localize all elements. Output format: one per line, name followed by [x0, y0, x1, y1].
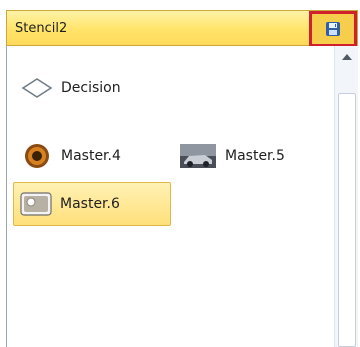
- stencil-item-master-4[interactable]: Master.4: [21, 142, 121, 170]
- scroll-up-arrow-icon[interactable]: [342, 54, 352, 60]
- stencil-item-label: Master.5: [225, 148, 285, 164]
- stencil-panel: Decision Master.4 Master.5 Master.6: [6, 46, 358, 347]
- diamond-shape-icon: [21, 74, 53, 102]
- stencil-title-bar: Stencil2: [6, 10, 358, 47]
- stencil-item-decision[interactable]: Decision: [21, 74, 121, 102]
- stencil-item-label: Decision: [61, 80, 121, 96]
- circle-photo-icon: [21, 142, 53, 170]
- save-disk-icon: [326, 22, 340, 36]
- car-photo-icon: [179, 142, 217, 170]
- scroll-thumb[interactable]: [338, 93, 356, 347]
- stencil-item-label: Master.4: [61, 148, 121, 164]
- stencil-item-master-6[interactable]: Master.6: [13, 182, 171, 226]
- vertical-scrollbar[interactable]: [334, 46, 358, 347]
- save-button[interactable]: [309, 11, 357, 47]
- stencil-title: Stencil2: [15, 21, 68, 36]
- stencil-item-label: Master.6: [60, 196, 120, 212]
- rounded-rectangle-photo-icon: [20, 190, 52, 218]
- stencil-item-master-5[interactable]: Master.5: [179, 142, 285, 170]
